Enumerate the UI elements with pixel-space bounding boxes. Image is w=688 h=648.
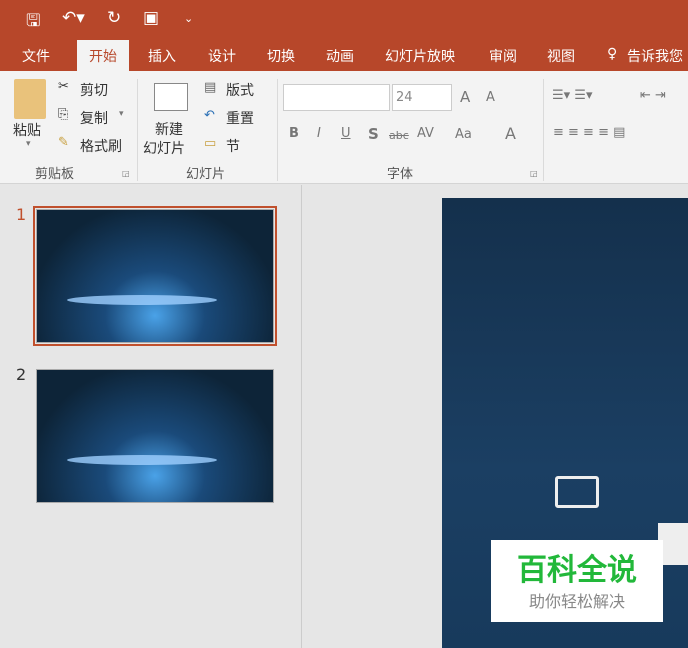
copy-button[interactable]: 复制	[80, 108, 108, 128]
char-spacing-button[interactable]: AV	[417, 126, 434, 141]
clipboard-group-label: 剪贴板	[35, 167, 75, 182]
divider	[277, 79, 278, 181]
layout-icon: ▤	[204, 80, 217, 95]
tell-me-search[interactable]: 告诉我您	[627, 46, 683, 66]
indent-icon[interactable]: ⇤ ⇥	[640, 88, 666, 103]
copy-dropdown[interactable]: ▾	[119, 109, 124, 119]
tablet-image	[67, 455, 217, 465]
slide-thumbnail-1[interactable]	[33, 206, 277, 346]
align-icons[interactable]: ≡ ≡ ≡ ≡ ▤	[553, 125, 625, 140]
strikethrough-button[interactable]: abc	[389, 129, 409, 142]
slide-number: 2	[16, 365, 27, 384]
paste-dropdown[interactable]: ▾	[26, 139, 31, 149]
watermark-title: 百科全说	[517, 553, 637, 588]
new-slide-button[interactable]: 幻灯片	[143, 138, 185, 158]
bullets-icon[interactable]: ☰▾ ☰▾	[552, 88, 593, 103]
lightbulb-icon: ♀	[607, 46, 618, 62]
tab-slideshow[interactable]: 幻灯片放映	[385, 46, 455, 66]
new-slide-icon[interactable]	[154, 83, 188, 111]
underline-button[interactable]: U	[341, 126, 351, 141]
layout-button[interactable]: 版式	[226, 80, 254, 100]
section-button[interactable]: 节	[226, 136, 240, 156]
ribbon-tabs: 文件 开始 插入 设计 切换 动画 幻灯片放映 审阅 视图 ♀ 告诉我您	[0, 40, 688, 71]
watermark-subtitle: 助你轻松解决	[528, 592, 625, 611]
tab-file[interactable]: 文件	[22, 46, 50, 66]
tab-design[interactable]: 设计	[208, 46, 236, 66]
title-bar: 🖫 ↶▾ ↻ ▣ ⌄	[0, 0, 688, 40]
customize-icon[interactable]: ⌄	[184, 12, 193, 25]
change-case-button[interactable]: Aa	[455, 127, 472, 142]
paste-icon[interactable]	[14, 79, 46, 119]
present-icon[interactable]: ▣	[143, 8, 159, 28]
font-launcher[interactable]: ◲	[530, 169, 538, 178]
bold-button[interactable]: B	[289, 126, 299, 141]
format-painter-button[interactable]: 格式刷	[80, 136, 122, 156]
tab-transitions[interactable]: 切换	[267, 46, 295, 66]
reset-button[interactable]: 重置	[226, 108, 254, 128]
slide-thumbnails-pane[interactable]: 1 2	[0, 185, 302, 648]
tab-insert[interactable]: 插入	[148, 46, 176, 66]
ribbon: 粘贴 ▾ ✂ 剪切 ⎘ 复制 ▾ ✎ 格式刷 剪贴板 ◲ 新建 幻灯片 ▤ 版式…	[0, 71, 688, 184]
divider	[543, 79, 544, 181]
font-name-input[interactable]	[283, 84, 390, 111]
section-icon: ▭	[204, 136, 217, 151]
italic-button[interactable]: I	[317, 126, 321, 141]
brush-icon: ✎	[58, 135, 69, 150]
grow-font-button[interactable]: A	[460, 88, 470, 106]
font-group-label: 字体	[387, 167, 414, 182]
slides-group-label: 幻灯片	[186, 167, 226, 182]
divider	[137, 79, 138, 181]
save-icon[interactable]: 🖫	[26, 8, 40, 37]
shrink-font-button[interactable]: A	[486, 90, 495, 105]
tab-animations[interactable]: 动画	[326, 46, 354, 66]
font-color-button[interactable]: A	[505, 124, 516, 143]
redo-icon[interactable]: ↻	[107, 8, 121, 28]
watermark: 百科全说 助你轻松解决	[491, 540, 663, 622]
clipboard-launcher[interactable]: ◲	[122, 169, 130, 178]
undo-icon[interactable]: ↶▾	[62, 8, 85, 28]
tab-home[interactable]: 开始	[77, 40, 129, 71]
font-size-input[interactable]: 24	[392, 84, 452, 111]
tab-review[interactable]: 审阅	[489, 46, 517, 66]
slide-thumbnail-2[interactable]	[36, 369, 274, 503]
cut-button[interactable]: 剪切	[80, 80, 108, 100]
copy-icon: ⎘	[58, 107, 69, 122]
scissors-icon: ✂	[58, 79, 69, 94]
slide-number: 1	[16, 205, 27, 224]
video-icon	[555, 476, 599, 508]
tab-view[interactable]: 视图	[547, 46, 575, 66]
shadow-button[interactable]: S	[368, 125, 379, 143]
reset-icon: ↶	[204, 108, 215, 123]
paste-button[interactable]: 粘贴	[13, 120, 41, 140]
new-slide-label[interactable]: 新建	[155, 119, 183, 139]
tablet-image	[67, 295, 217, 305]
